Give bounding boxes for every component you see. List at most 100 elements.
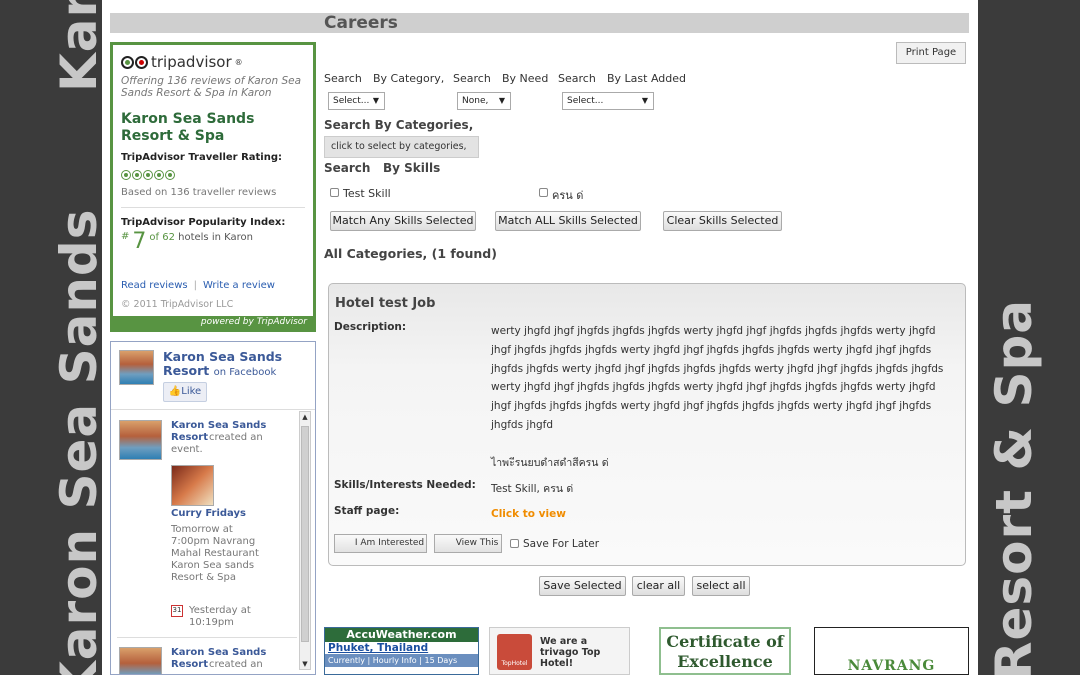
trivago-badge-icon: TopHotel bbox=[497, 634, 532, 670]
trivago-badge[interactable]: TopHotel We are a trivago Top Hotel! bbox=[489, 627, 630, 675]
left-side-banner: Karon Sea Sands Karon bbox=[0, 0, 102, 675]
accuweather-widget[interactable]: AccuWeather.com Phuket, Thailand Current… bbox=[324, 627, 479, 675]
select-all-button[interactable]: select all bbox=[692, 576, 750, 596]
match-all-skills-button[interactable]: Match ALL Skills Selected bbox=[495, 211, 641, 231]
skill-checkbox[interactable] bbox=[330, 188, 339, 197]
by-categories-heading: Search By Categories, bbox=[324, 118, 474, 132]
thumbs-up-icon: 👍 bbox=[168, 386, 182, 397]
powered-by-footer[interactable]: powered by TripAdvisor bbox=[113, 316, 313, 329]
save-later-checkbox[interactable] bbox=[510, 539, 519, 548]
popularity-label: TripAdvisor Popularity Index: bbox=[121, 217, 286, 228]
facebook-stream: Karon Sea Sands Resort created an event.… bbox=[111, 411, 311, 674]
post-thumbnail-2[interactable] bbox=[119, 647, 162, 674]
popularity-rank: #7 of 62 hotels in Karon bbox=[121, 229, 253, 254]
certificate-of-excellence[interactable]: Certificate of Excellence bbox=[659, 627, 791, 675]
tripadvisor-logo-text: tripadvisor bbox=[151, 53, 232, 71]
job-description: werty jhgfd jhgf jhgfds jhgfds jhgfds we… bbox=[491, 325, 944, 431]
accuweather-location[interactable]: Phuket, Thailand bbox=[325, 642, 478, 654]
right-side-text: Resort & Spa bbox=[985, 298, 1043, 675]
scroll-down-icon[interactable]: ▼ bbox=[300, 660, 310, 668]
left-side-text: Karon Sea Sands bbox=[50, 208, 102, 675]
rank-of: of 62 bbox=[149, 232, 175, 243]
accuweather-tabs[interactable]: Currently | Hourly Info | 15 Days bbox=[325, 654, 478, 667]
click-to-view-link[interactable]: Click to view bbox=[491, 508, 566, 520]
by-last-added-label: By Last Added bbox=[607, 72, 687, 85]
like-button[interactable]: 👍Like bbox=[163, 382, 207, 402]
skills-needed-label: Skills/Interests Needed: bbox=[334, 479, 476, 491]
trivago-text: We are a trivago Top Hotel! bbox=[540, 636, 601, 669]
hotel-name-link[interactable]: Karon Sea Sands Resort & Spa bbox=[121, 111, 311, 145]
category-select[interactable]: Select... ▼ bbox=[328, 92, 385, 110]
by-category-label: By Category, bbox=[373, 72, 445, 85]
search-label: Search bbox=[558, 72, 596, 85]
navrang-logo-text: NAVRANG MAHAL bbox=[847, 658, 936, 674]
review-links: Read reviews | Write a review bbox=[121, 280, 275, 291]
facebook-widget: Karon Sea Sands Resort on Facebook 👍Like… bbox=[110, 341, 316, 675]
post-thumbnail[interactable] bbox=[119, 420, 162, 460]
event-details: Tomorrow at 7:00pm Navrang Mahal Restaur… bbox=[171, 524, 259, 583]
view-this-button[interactable]: View This bbox=[434, 534, 502, 553]
chevron-down-icon: ▼ bbox=[498, 96, 505, 105]
skill-checkbox[interactable] bbox=[539, 188, 548, 197]
skill-label: Test Skill bbox=[343, 187, 391, 200]
owl-eyes-icon bbox=[121, 55, 148, 69]
need-select[interactable]: None, ▼ bbox=[457, 92, 511, 110]
job-card: Hotel test Job Description: werty jhgfd … bbox=[328, 283, 966, 566]
event-time: Yesterday at 10:19pm bbox=[189, 605, 251, 628]
navrang-mahal-ad[interactable]: NAVRANG MAHAL bbox=[814, 627, 969, 675]
match-any-skills-button[interactable]: Match Any Skills Selected bbox=[330, 211, 476, 231]
interested-button[interactable]: I Am Interested bbox=[334, 534, 427, 553]
save-later-label: Save For Later bbox=[523, 538, 600, 550]
post-action: created an event. bbox=[171, 432, 263, 455]
post-action-2: created an bbox=[209, 659, 263, 670]
tripadvisor-widget: tripadvisor ® Offering 136 reviews of Kar… bbox=[110, 42, 316, 332]
page-content: Careers tripadvisor ® Offering 136 review… bbox=[102, 0, 978, 675]
reviews-offering-text: Offering 136 reviews of Karon Sea Sands … bbox=[121, 75, 302, 99]
scroll-thumb[interactable] bbox=[301, 426, 309, 642]
title-bar: Careers bbox=[110, 13, 969, 33]
right-side-banner: Resort & Spa bbox=[978, 0, 1080, 675]
search-label: Search bbox=[453, 72, 491, 85]
rating-bubble-icon bbox=[132, 170, 142, 180]
rating-bubble-icon bbox=[165, 170, 175, 180]
skills-needed-value: Test Skill, ครน ด่ bbox=[491, 483, 574, 495]
rating-bubble-icon bbox=[121, 170, 131, 180]
save-selected-button[interactable]: Save Selected bbox=[539, 576, 626, 596]
job-title[interactable]: Hotel test Job bbox=[335, 296, 435, 311]
description-label: Description: bbox=[334, 321, 407, 333]
chevron-down-icon: ▼ bbox=[372, 96, 379, 105]
read-reviews-link[interactable]: Read reviews bbox=[121, 280, 188, 291]
print-page-button[interactable]: Print Page bbox=[896, 42, 966, 64]
copyright-text: © 2011 TripAdvisor LLC bbox=[121, 299, 234, 310]
resort-thumbnail[interactable] bbox=[119, 350, 154, 385]
clear-skills-button[interactable]: Clear Skills Selected bbox=[663, 211, 782, 231]
stream-scrollbar[interactable]: ▲ ▼ bbox=[299, 411, 311, 670]
clear-all-button[interactable]: clear all bbox=[632, 576, 685, 596]
scroll-up-icon[interactable]: ▲ bbox=[300, 413, 310, 421]
skill-label: ครน ด่ bbox=[552, 189, 584, 202]
last-added-select[interactable]: Select... ▼ bbox=[562, 92, 654, 110]
page-title: Careers bbox=[324, 13, 398, 33]
based-on-reviews: Based on 136 traveller reviews bbox=[121, 187, 277, 198]
facebook-header: Karon Sea Sands Resort on Facebook 👍Like bbox=[111, 342, 315, 410]
event-image[interactable] bbox=[171, 465, 214, 506]
job-description-thai: ไาพะีรนยบดำสดำสีครน ด่ bbox=[491, 457, 609, 469]
calendar-icon: 31 bbox=[171, 605, 183, 617]
write-review-link[interactable]: Write a review bbox=[203, 280, 275, 291]
chevron-down-icon: ▼ bbox=[641, 96, 648, 105]
rank-number: 7 bbox=[132, 229, 147, 254]
categories-select-field[interactable]: click to select by categories, bbox=[324, 136, 479, 158]
rating-bubbles bbox=[121, 170, 175, 180]
rating-bubble-icon bbox=[143, 170, 153, 180]
facebook-page-name[interactable]: Karon Sea Sands Resort on Facebook bbox=[163, 350, 303, 380]
event-name-link[interactable]: Curry Fridays bbox=[171, 508, 246, 520]
on-facebook-text: on Facebook bbox=[213, 367, 277, 378]
by-need-label: By Need bbox=[502, 72, 549, 85]
results-heading: All Categories, (1 found) bbox=[324, 246, 497, 261]
rating-bubble-icon bbox=[154, 170, 164, 180]
tripadvisor-logo[interactable]: tripadvisor ® bbox=[121, 53, 243, 71]
staff-page-label: Staff page: bbox=[334, 505, 400, 517]
search-by-skills-label: Search By Skills bbox=[324, 161, 441, 175]
divider bbox=[117, 637, 297, 638]
accuweather-logo: AccuWeather.com bbox=[325, 628, 478, 642]
